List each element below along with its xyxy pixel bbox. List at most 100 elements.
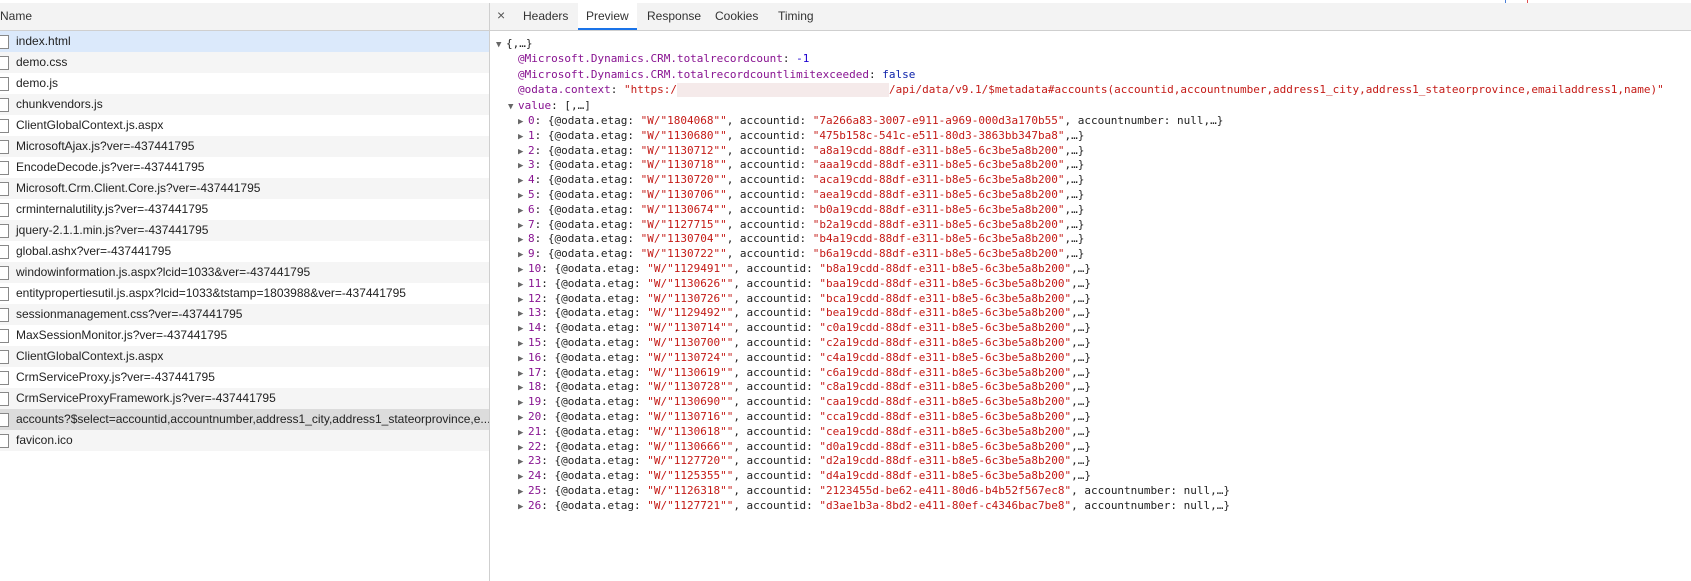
item-sep-open: : {	[534, 173, 555, 187]
json-array-item[interactable]: ▶ 0: {@odata.etag: "W/"1804068"", account…	[518, 113, 1223, 129]
json-array-item[interactable]: ▶ 24: {@odata.etag: "W/"1125355"", accoun…	[518, 468, 1091, 484]
item-etag: "W/"1130724""	[647, 350, 734, 364]
request-row[interactable]: accounts?$select=accountid,accountnumber…	[0, 409, 489, 430]
json-array-item[interactable]: ▶ 21: {@odata.etag: "W/"1130618"", accoun…	[518, 424, 1091, 440]
json-array-item[interactable]: ▶ 20: {@odata.etag: "W/"1130716"", accoun…	[518, 409, 1091, 425]
json-root: {,…}	[506, 37, 533, 50]
item-sep-open: : {	[534, 128, 555, 142]
request-row[interactable]: CrmServiceProxyFramework.js?ver=-4374417…	[0, 388, 489, 409]
json-array-item[interactable]: ▶ 15: {@odata.etag: "W/"1130700"", accoun…	[518, 335, 1091, 351]
item-etag-key: @odata.etag:	[561, 291, 648, 305]
tab-preview[interactable]: Preview	[578, 3, 637, 30]
item-index: 19	[528, 395, 542, 409]
item-sep-open: : {	[541, 262, 562, 275]
collapse-triangle-icon[interactable]: ▼	[508, 99, 518, 115]
tab-response[interactable]: Response	[647, 3, 701, 30]
name-column-header[interactable]: Name	[0, 3, 489, 31]
request-row[interactable]: entitypropertiesutil.js.aspx?lcid=1033&t…	[0, 283, 489, 304]
tab-headers[interactable]: Headers	[523, 3, 568, 30]
request-row[interactable]: ClientGlobalContext.js.aspx	[0, 346, 489, 367]
item-index: 8	[528, 232, 535, 246]
collapse-triangle-icon[interactable]: ▼	[496, 37, 506, 53]
request-row[interactable]: MicrosoftAjax.js?ver=-437441795	[0, 136, 489, 157]
request-row[interactable]: MaxSessionMonitor.js?ver=-437441795	[0, 325, 489, 346]
tab-timing[interactable]: Timing	[778, 3, 814, 30]
item-tail: ,…}	[1064, 202, 1085, 216]
request-row[interactable]: index.html	[0, 31, 489, 52]
json-prop-totalcount: @Microsoft.Dynamics.CRM.totalrecordcount…	[518, 52, 810, 65]
item-etag: "W/"1130704""	[640, 232, 727, 246]
item-etag: "W/"1130726""	[647, 291, 734, 305]
request-row[interactable]: Microsoft.Crm.Client.Core.js?ver=-437441…	[0, 178, 489, 199]
request-row[interactable]: CrmServiceProxy.js?ver=-437441795	[0, 367, 489, 388]
file-icon	[0, 224, 9, 238]
item-id-key: , accountid:	[733, 484, 820, 497]
close-icon[interactable]: ×	[497, 3, 505, 30]
item-etag: "W/"1125355""	[647, 469, 734, 483]
json-preview: ▼ {,…} @Microsoft.Dynamics.CRM.totalrecor…	[490, 31, 1691, 581]
json-prop-value[interactable]: ▼ value: [,…]	[508, 98, 591, 114]
json-array-item[interactable]: ▶ 7: {@odata.etag: "W/"1127715"", account…	[518, 217, 1084, 233]
json-array-item[interactable]: ▶ 5: {@odata.etag: "W/"1130706"", account…	[518, 187, 1084, 203]
json-array-item[interactable]: ▶ 14: {@odata.etag: "W/"1130714"", accoun…	[518, 320, 1091, 336]
json-root-line[interactable]: ▼ {,…}	[496, 36, 533, 52]
json-array-item[interactable]: ▶ 2: {@odata.etag: "W/"1130712"", account…	[518, 143, 1084, 159]
json-array-item[interactable]: ▶ 8: {@odata.etag: "W/"1130704"", account…	[518, 231, 1084, 247]
expand-triangle-icon[interactable]: ▶	[518, 499, 528, 515]
request-row[interactable]: demo.js	[0, 73, 489, 94]
tab-cookies[interactable]: Cookies	[715, 3, 758, 30]
request-row[interactable]: crminternalutility.js?ver=-437441795	[0, 199, 489, 220]
json-array-item[interactable]: ▶ 9: {@odata.etag: "W/"1130722"", account…	[518, 246, 1084, 262]
item-index: 23	[528, 454, 542, 468]
item-id-key: , accountid:	[726, 188, 813, 201]
item-tail: ,…}	[1071, 365, 1091, 379]
request-name: sessionmanagement.css?ver=-437441795	[16, 307, 243, 321]
item-sep-open: : {	[541, 469, 562, 483]
json-array-item[interactable]: ▶ 4: {@odata.etag: "W/"1130720"", account…	[518, 172, 1084, 188]
file-icon	[0, 413, 9, 427]
item-etag-key: @odata.etag:	[561, 439, 648, 453]
request-row[interactable]: chunkvendors.js	[0, 94, 489, 115]
item-etag-key: @odata.etag:	[561, 498, 648, 512]
json-array-item[interactable]: ▶ 13: {@odata.etag: "W/"1129492"", accoun…	[518, 305, 1091, 321]
json-key: @Microsoft.Dynamics.CRM.totalrecordcount	[518, 52, 783, 65]
json-array-item[interactable]: ▶ 23: {@odata.etag: "W/"1127720"", accoun…	[518, 453, 1091, 469]
item-id-key: , accountid:	[726, 114, 813, 127]
item-tail: ,…}	[1071, 395, 1091, 409]
json-array-item[interactable]: ▶ 1: {@odata.etag: "W/"1130680"", account…	[518, 128, 1084, 144]
json-value: false	[882, 68, 916, 81]
json-array-item[interactable]: ▶ 22: {@odata.etag: "W/"1130666"", accoun…	[518, 439, 1091, 455]
json-array-item[interactable]: ▶ 11: {@odata.etag: "W/"1130626"", accoun…	[518, 276, 1091, 292]
request-name: jquery-2.1.1.min.js?ver=-437441795	[16, 223, 209, 237]
request-row[interactable]: EncodeDecode.js?ver=-437441795	[0, 157, 489, 178]
item-sep-open: : {	[534, 247, 555, 261]
json-array-item[interactable]: ▶ 12: {@odata.etag: "W/"1130726"", accoun…	[518, 291, 1091, 307]
file-icon	[0, 245, 9, 259]
request-row[interactable]: ClientGlobalContext.js.aspx	[0, 115, 489, 136]
json-array-item[interactable]: ▶ 16: {@odata.etag: "W/"1130724"", accoun…	[518, 350, 1091, 366]
json-array-item[interactable]: ▶ 26: {@odata.etag: "W/"1127721"", accoun…	[518, 498, 1230, 514]
json-array-item[interactable]: ▶ 25: {@odata.etag: "W/"1126318"", accoun…	[518, 483, 1230, 499]
request-row[interactable]: demo.css	[0, 52, 489, 73]
request-row[interactable]: global.ashx?ver=-437441795	[0, 241, 489, 262]
request-row[interactable]: jquery-2.1.1.min.js?ver=-437441795	[0, 220, 489, 241]
json-array-item[interactable]: ▶ 10: {@odata.etag: "W/"1129491"", accoun…	[518, 261, 1091, 277]
item-etag-key: @odata.etag:	[561, 365, 648, 379]
json-array-item[interactable]: ▶ 19: {@odata.etag: "W/"1130690"", accoun…	[518, 394, 1091, 410]
item-accountid: "a8a19cdd-88df-e311-b8e5-6c3be5a8b200"	[812, 143, 1065, 157]
item-accountid: "475b158c-541c-e511-80d3-3863bb347ba8"	[812, 128, 1065, 142]
json-array-item[interactable]: ▶ 3: {@odata.etag: "W/"1130718"", account…	[518, 157, 1084, 173]
file-icon	[0, 392, 9, 406]
json-array-item[interactable]: ▶ 17: {@odata.etag: "W/"1130619"", accoun…	[518, 365, 1091, 381]
item-index: 3	[528, 158, 535, 172]
item-sep-open: : {	[534, 232, 555, 246]
request-row[interactable]: windowinformation.js.aspx?lcid=1033&ver=…	[0, 262, 489, 283]
json-array-item[interactable]: ▶ 6: {@odata.etag: "W/"1130674"", account…	[518, 202, 1084, 218]
item-index: 17	[528, 365, 542, 379]
request-row[interactable]: favicon.ico	[0, 430, 489, 451]
item-etag-key: @odata.etag:	[561, 306, 648, 320]
redacted-block	[676, 83, 889, 97]
item-etag: "W/"1130666""	[647, 439, 734, 453]
json-array-item[interactable]: ▶ 18: {@odata.etag: "W/"1130728"", accoun…	[518, 379, 1091, 395]
request-row[interactable]: sessionmanagement.css?ver=-437441795	[0, 304, 489, 325]
